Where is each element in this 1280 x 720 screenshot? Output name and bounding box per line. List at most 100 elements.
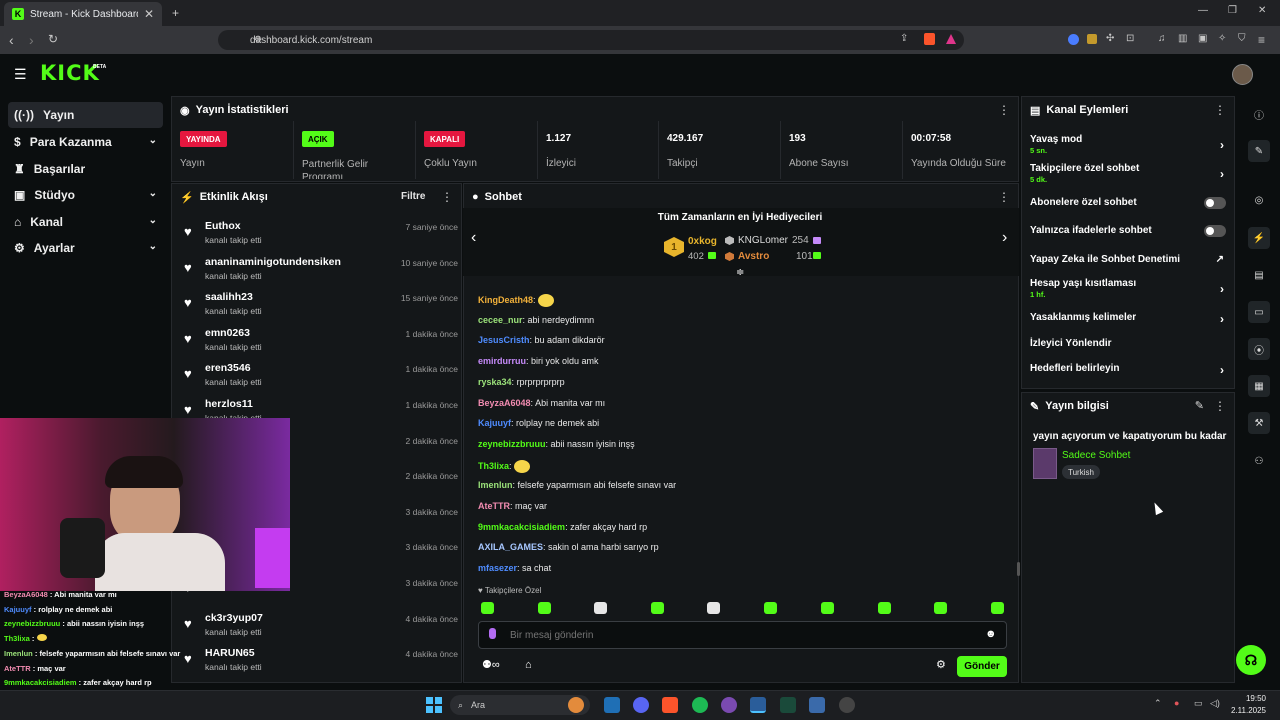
spotify-icon[interactable] [692,697,708,713]
chat-username[interactable]: mfasezer [478,563,517,573]
steam-icon[interactable] [604,697,620,713]
layout-icon[interactable]: ▦ [1248,375,1270,397]
nav-item-kanal[interactable]: ⌂ Kanal ⌄ [8,209,163,235]
extensions-puzzle-icon[interactable]: ✣ [1106,34,1114,44]
forward-icon[interactable]: › [29,33,34,47]
users-icon[interactable]: ⚉∞ [482,660,500,671]
chat-settings-icon[interactable]: ⚙ [936,660,946,671]
hamburger-menu-icon[interactable]: ☰ [14,67,27,81]
emote-icon[interactable] [821,602,834,614]
action-slow-mode[interactable]: Yavaş mod 5 sn. › [1030,134,1228,155]
close-window-icon[interactable]: ✕ [1258,6,1266,16]
chat-username[interactable]: BeyzaA6048 [478,398,531,408]
chat-username[interactable]: JesusCristh [478,335,530,345]
bolt-icon[interactable]: ⚡ [1248,227,1270,249]
emote-only-toggle[interactable] [1204,225,1226,237]
gifter-name[interactable]: KNGLomer [738,235,788,246]
microphone-icon[interactable] [489,628,496,639]
action-raid[interactable]: İzleyici Yönlendir [1030,338,1228,349]
chat-username[interactable]: Imenlun [478,480,513,490]
document-icon[interactable]: ▤ [1248,264,1270,286]
broadcast-icon[interactable]: ⦿ [1248,338,1270,360]
category-name[interactable]: Sadece Sohbet [1062,450,1130,461]
mic-tray-icon[interactable]: ● [1174,699,1179,708]
category-thumbnail[interactable] [1033,448,1057,479]
list-item[interactable]: ♥ ck3r3yup07 kanalı takip etti 4 dakika önc… [182,610,458,646]
vpn-icon[interactable]: ⛉ [1238,34,1246,44]
maximize-icon[interactable]: ❐ [1228,6,1237,16]
sidebar-icon[interactable]: ▥ [1178,34,1187,44]
tools-icon[interactable]: ⚒ [1248,412,1270,434]
action-followers-only-chat[interactable]: Takipçilere özel sohbet 5 dk. › [1030,163,1228,184]
browser-tab[interactable]: K Stream - Kick Dashboard ✕ [4,2,162,26]
action-ai-moderation[interactable]: Yapay Zeka ile Sohbet Denetimi ↗ [1030,254,1228,265]
rewards-icon[interactable] [946,34,956,44]
brave-icon[interactable] [662,697,678,713]
screenshot-icon[interactable]: ⊡ [1126,34,1134,44]
chat-scrollbar[interactable] [1017,562,1020,576]
ai-icon[interactable]: ✧ [1218,34,1226,44]
nav-item-yayin[interactable]: ((·)) Yayın [8,102,163,128]
url-field[interactable]: dashboard.kick.com/stream [218,30,964,50]
list-item[interactable]: ♥ saalihh23 kanalı takip etti 15 saniye önc… [182,289,458,325]
emote-icon[interactable] [934,602,947,614]
avatar[interactable] [1232,64,1253,85]
xbox-icon[interactable] [780,697,796,713]
more-options-icon[interactable]: ⋮ [998,103,1010,117]
close-tab-icon[interactable]: ✕ [144,8,154,20]
new-tab-icon[interactable]: + [172,7,179,19]
extension-icon[interactable] [1087,34,1097,44]
support-button[interactable]: ☊ [1236,645,1266,675]
chat-username[interactable]: ryska34 [478,377,512,387]
extension-icon[interactable] [1068,34,1079,45]
target-icon[interactable]: ◎ [1248,189,1270,211]
nav-item-studyo[interactable]: ▣ Stüdyo ⌄ [8,182,163,208]
store-icon[interactable]: ⌂ [525,660,532,671]
windows-start-icon[interactable] [426,697,442,713]
emote-icon[interactable] [764,602,777,614]
filter-button[interactable]: Filtre [401,191,425,202]
more-options-icon[interactable]: ⋮ [1214,103,1226,117]
reload-icon[interactable]: ↻ [48,33,58,45]
minimize-icon[interactable]: — [1198,6,1208,16]
discord-icon[interactable] [633,697,649,713]
steam-active-icon[interactable] [750,697,766,713]
edit-icon[interactable]: ✎ [1195,399,1204,412]
nav-item-ayarlar[interactable]: ⚙ Ayarlar ⌄ [8,235,163,261]
list-item[interactable]: ♥ emn0263 kanalı takip etti 1 dakika önce [182,325,458,361]
chat-username[interactable]: AteTTR [478,501,510,511]
emote-icon[interactable] [481,602,494,614]
emote-icon[interactable] [707,602,720,614]
chevron-right-icon[interactable]: › [1002,230,1007,246]
chevron-left-icon[interactable]: ‹ [471,230,476,246]
tray-chevron-icon[interactable]: ⌃ [1154,699,1162,708]
back-icon[interactable]: ‹ [9,33,14,47]
network-icon[interactable]: ▭ [1194,699,1203,708]
info-icon[interactable]: ⓘ [1248,103,1270,125]
list-item[interactable]: ♥ ananinaminigotundensiken kanalı takip et… [182,254,458,290]
more-options-icon[interactable]: ⋮ [1214,399,1226,413]
chat-username[interactable]: AXILA_GAMES [478,542,543,552]
users-icon[interactable]: ⚇ [1248,450,1270,472]
more-options-icon[interactable]: ⋮ [998,190,1010,204]
emote-icon[interactable] [594,602,607,614]
action-banned-words[interactable]: Yasaklanmış kelimeler › [1030,312,1228,326]
wallet-icon[interactable]: ▣ [1198,34,1207,44]
clock-date[interactable]: 2.11.2025 [1222,706,1266,715]
action-goals[interactable]: Hedefleri belirleyin › [1030,363,1228,377]
chat-username[interactable]: 9mmkacakcisiadiem [478,522,565,532]
brave-shield-icon[interactable] [924,33,935,45]
volume-icon[interactable]: ◁) [1210,699,1220,708]
chat-username[interactable]: cecee_nur [478,315,523,325]
chat-username[interactable]: Kajuuyf [478,418,511,428]
media-icon[interactable]: ♫ [1158,34,1166,44]
share-icon[interactable]: ⇪ [900,34,908,44]
action-account-age[interactable]: Hesap yaşı kısıtlaması 1 hf. › [1030,278,1228,299]
chat-username[interactable]: KingDeath48 [478,295,533,305]
chat-username[interactable]: emirdurruu [478,356,526,366]
collapse-icon[interactable]: ≑ [736,268,744,278]
app-icon[interactable] [721,697,737,713]
more-options-icon[interactable]: ⋮ [441,190,453,204]
send-button[interactable]: Gönder [957,656,1007,677]
emote-icon[interactable] [991,602,1004,614]
